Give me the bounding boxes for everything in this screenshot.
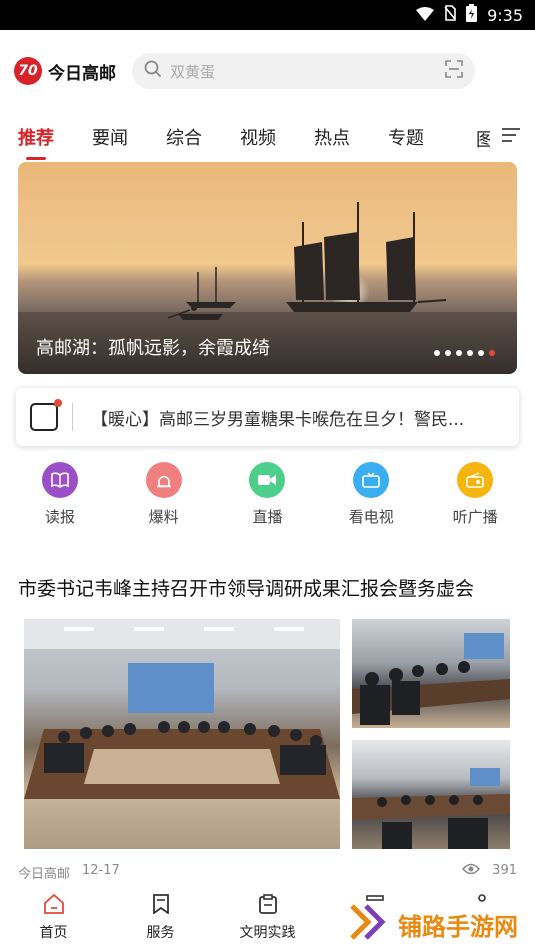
nav-label: 服务 — [146, 925, 175, 941]
watermark-text: 铺路手游网 — [398, 912, 518, 941]
carousel-dot[interactable] — [478, 350, 484, 356]
ticker-text: 【暖心】高邮三岁男童糖果卡喉危在旦夕！警民... — [91, 409, 465, 430]
carousel-dot[interactable] — [467, 350, 473, 356]
quick-link-label: 读报 — [44, 508, 75, 526]
news-ticker[interactable]: 【暖心】高邮三岁男童糖果卡喉危在旦夕！警民... — [16, 388, 519, 446]
search-placeholder: 双黄蛋 — [170, 62, 216, 81]
search-input[interactable]: 双黄蛋 — [132, 53, 475, 89]
article-image-2[interactable] — [352, 619, 510, 728]
divider — [72, 403, 73, 431]
article-image-side — [352, 619, 510, 849]
nav-service[interactable]: 服务 — [107, 886, 214, 951]
quick-link-tv[interactable]: 看电视 — [326, 462, 416, 538]
notification-icon — [30, 399, 62, 431]
article-views: 391 — [492, 863, 517, 878]
meeting-room-image — [352, 794, 510, 849]
app-header: 70 今日高邮 双黄蛋 — [0, 30, 535, 112]
wifi-icon — [416, 6, 435, 25]
carousel-dots — [434, 350, 495, 356]
meeting-room-image — [352, 661, 510, 725]
tab-headlines[interactable]: 要闻 — [92, 124, 128, 150]
quick-link-label: 爆料 — [148, 508, 179, 526]
carousel-dot-active[interactable] — [489, 350, 495, 356]
clipboard-icon — [258, 894, 278, 918]
nav-label: 文明实践 — [239, 925, 296, 941]
tab-video[interactable]: 视频 — [240, 124, 276, 150]
radio-icon — [457, 462, 494, 498]
eye-icon — [462, 863, 481, 882]
scan-icon[interactable] — [445, 60, 463, 82]
carousel-dot[interactable] — [434, 350, 440, 356]
banner-carousel[interactable]: 高邮湖：孤帆远影，余霞成绮 — [18, 162, 517, 374]
quick-links: 读报 爆料 直播 看电视 听广播 — [0, 446, 535, 538]
quick-link-label: 看电视 — [348, 508, 394, 526]
article-image-3[interactable] — [352, 740, 510, 849]
tv-icon — [353, 462, 390, 498]
article-source: 今日高邮 — [18, 867, 71, 882]
category-tabs: 推荐 要闻 综合 视频 热点 专题 图 — [0, 112, 535, 162]
logo-mark-icon: 70 — [14, 57, 42, 85]
chevron-logo-icon — [350, 904, 390, 944]
carousel-dot[interactable] — [456, 350, 462, 356]
tab-recommend[interactable]: 推荐 — [18, 124, 54, 160]
logo-text: 今日高邮 — [48, 63, 116, 84]
nav-civilization[interactable]: 文明实践 — [214, 886, 321, 951]
article-images[interactable] — [24, 619, 511, 849]
app-logo: 70 今日高邮 — [14, 57, 116, 85]
article-date: 12-17 — [82, 863, 120, 878]
nav-home[interactable]: 首页 — [0, 886, 107, 951]
article-meta: 今日高邮 12-17 391 — [18, 863, 517, 882]
status-time: 9:35 — [487, 5, 523, 25]
quick-link-newspaper[interactable]: 读报 — [15, 462, 105, 538]
battery-icon — [466, 4, 478, 26]
article-title[interactable]: 市委书记韦峰主持召开市领导调研成果汇报会暨务虚会 — [18, 574, 517, 601]
article-image-main[interactable] — [24, 619, 340, 849]
tab-topics[interactable]: 专题 — [388, 124, 424, 150]
nav-label: 首页 — [39, 925, 68, 941]
tab-hot[interactable]: 热点 — [314, 124, 350, 150]
tab-general[interactable]: 综合 — [166, 124, 202, 150]
menu-icon[interactable] — [501, 126, 521, 149]
status-bar: 9:35 — [0, 0, 535, 30]
carousel-dot[interactable] — [445, 350, 451, 356]
banner-caption: 高邮湖：孤帆远影，余霞成绮 — [36, 338, 270, 359]
quick-link-live[interactable]: 直播 — [222, 462, 312, 538]
book-icon — [41, 462, 78, 498]
search-icon — [144, 60, 162, 82]
quick-link-label: 听广播 — [452, 508, 498, 526]
quick-link-report[interactable]: 爆料 — [119, 462, 209, 538]
quick-link-label: 直播 — [252, 508, 283, 526]
no-sim-icon — [444, 5, 456, 25]
meeting-room-image — [24, 619, 340, 799]
video-camera-icon — [249, 462, 286, 498]
quick-link-radio[interactable]: 听广播 — [430, 462, 520, 538]
tab-clipped[interactable]: 图 — [476, 126, 490, 152]
site-watermark: 铺路手游网 — [350, 904, 518, 944]
siren-icon — [145, 462, 182, 498]
bookmark-icon — [151, 894, 171, 918]
home-icon — [43, 893, 65, 918]
